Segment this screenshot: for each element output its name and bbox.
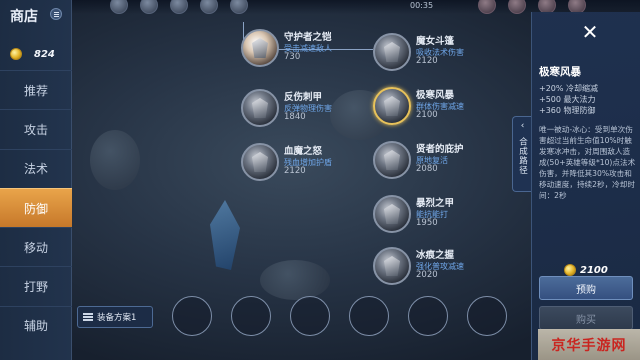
equipment-slot[interactable] bbox=[290, 296, 330, 336]
witch-cloak-icon bbox=[373, 33, 411, 71]
site-watermark: 京华手游网 bbox=[538, 329, 640, 360]
frost-storm-icon bbox=[373, 87, 411, 125]
gold-balance: 824 bbox=[10, 48, 55, 60]
category-defense[interactable]: 防御 bbox=[0, 187, 72, 228]
item-thornmail[interactable]: 反伤刺甲 反弹物理伤害 1840 bbox=[241, 86, 381, 130]
equipment-slot[interactable] bbox=[467, 296, 507, 336]
chevron-left-icon: ‹ bbox=[520, 121, 525, 131]
equipment-plan-label: 装备方案1 bbox=[97, 313, 137, 323]
synthesis-path-tab[interactable]: ‹ 合成路径 bbox=[512, 116, 532, 192]
ally-hero-portraits bbox=[110, 0, 248, 14]
sage-protection-icon bbox=[373, 141, 411, 179]
shop-title: 商店 bbox=[10, 9, 38, 25]
item-detail-panel: ✕ 极寒风暴 +20% 冷却缩减 +500 最大法力 +360 物理防御 唯一被… bbox=[531, 12, 640, 360]
category-list: 推荐 攻击 法术 防御 移动 打野 辅助 bbox=[0, 70, 72, 345]
category-jungle[interactable]: 打野 bbox=[0, 266, 72, 305]
thornmail-icon bbox=[241, 89, 279, 127]
hero-portrait bbox=[140, 0, 158, 14]
buy-button[interactable]: 购买 bbox=[539, 306, 633, 330]
stat-line: +360 物理防御 bbox=[539, 105, 596, 115]
item-blood-demon-rage[interactable]: 血魔之怒 残血增加护盾 2120 bbox=[241, 140, 381, 184]
detail-price-amount: 2100 bbox=[580, 264, 608, 276]
equipment-slot[interactable] bbox=[349, 296, 389, 336]
stat-line: +20% 冷却缩减 bbox=[539, 84, 599, 93]
category-movement[interactable]: 移动 bbox=[0, 227, 72, 266]
guardian-armor-icon bbox=[241, 29, 279, 67]
category-magic[interactable]: 法术 bbox=[0, 148, 72, 188]
equipment-slot[interactable] bbox=[408, 296, 448, 336]
category-attack[interactable]: 攻击 bbox=[0, 109, 72, 148]
detail-passive-text: 唯一被动-冰心：受到单次伤害超过当前生命值10%时触发寒冰冲击，对周围敌人造成(… bbox=[539, 125, 636, 200]
category-recommend[interactable]: 推荐 bbox=[0, 70, 72, 109]
ice-grip-icon bbox=[373, 247, 411, 285]
equipment-slot[interactable] bbox=[231, 296, 271, 336]
item-frost-storm[interactable]: 极寒风暴 群体伤害减速 2100 bbox=[373, 84, 513, 128]
gold-coin-icon bbox=[564, 264, 576, 276]
detail-price: 2100 bbox=[564, 264, 608, 276]
item-guardian-armor[interactable]: 守护者之铠 受击减速敌人 730 bbox=[241, 26, 381, 70]
gold-coin-icon bbox=[10, 48, 22, 60]
blood-demon-rage-icon bbox=[241, 143, 279, 181]
fierce-armor-icon bbox=[373, 195, 411, 233]
hero-portrait bbox=[200, 0, 218, 14]
hero-portrait bbox=[508, 0, 526, 14]
match-timer: 00:35 bbox=[410, 1, 434, 10]
menu-icon[interactable] bbox=[50, 8, 62, 20]
item-ice-grip[interactable]: 冰痕之握 强化普攻减速 2020 bbox=[373, 244, 513, 288]
list-icon bbox=[83, 313, 93, 321]
category-support[interactable]: 辅助 bbox=[0, 305, 72, 345]
hero-portrait bbox=[478, 0, 496, 14]
item-fierce-armor[interactable]: 暴烈之甲 能抗能打 1950 bbox=[373, 192, 513, 236]
item-sage-protection[interactable]: 贤者的庇护 原地复活 2080 bbox=[373, 138, 513, 182]
item-panel: 守护者之铠 受击减速敌人 730 反伤刺甲 反弹物理伤害 1840 血魔之怒 残… bbox=[233, 22, 513, 292]
detail-stats: +20% 冷却缩减 +500 最大法力 +360 物理防御 bbox=[539, 84, 598, 116]
shop-sidebar: 商店 824 推荐 攻击 法术 防御 移动 打野 辅助 bbox=[0, 0, 72, 360]
hero-portrait bbox=[230, 0, 248, 14]
hero-portrait bbox=[170, 0, 188, 14]
equipment-slot[interactable] bbox=[172, 296, 212, 336]
hero-portrait bbox=[110, 0, 128, 14]
item-witch-cloak[interactable]: 魔女斗篷 吸收法术伤害 2120 bbox=[373, 30, 513, 74]
shop-header: 商店 824 bbox=[0, 0, 71, 70]
stat-line: +500 最大法力 bbox=[539, 94, 596, 104]
reserve-button[interactable]: 预购 bbox=[539, 276, 633, 300]
synthesis-path-label: 合成路径 bbox=[517, 137, 528, 175]
close-icon[interactable]: ✕ bbox=[578, 20, 602, 44]
equipment-plan-button[interactable]: 装备方案1 bbox=[77, 306, 153, 328]
detail-item-title: 极寒风暴 bbox=[539, 66, 581, 78]
gold-amount: 824 bbox=[34, 48, 55, 60]
